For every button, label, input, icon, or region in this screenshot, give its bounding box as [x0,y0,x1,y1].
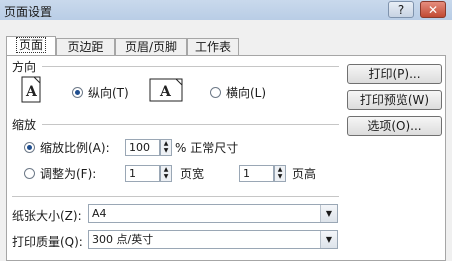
fit-to-radio[interactable] [24,168,35,179]
help-button[interactable]: ? [388,1,414,18]
close-button[interactable]: ✕ [420,1,446,18]
tab-sheet[interactable]: 工作表 [187,38,239,55]
options-button[interactable]: 选项(O)... [347,116,442,136]
fit-wide-input[interactable]: 1 [125,165,160,182]
svg-text:A: A [25,84,38,100]
percent-normal-size-label: % 正常尺寸 [175,141,239,155]
scaling-divider [42,124,339,125]
chevron-down-icon[interactable]: ▼ [320,205,337,222]
page-tab-panel: 方向 A 纵向(T) A 横向(L) 缩放 缩放比例(A): 100 ▲ ▼ % … [6,55,446,261]
scale-percent-input[interactable]: 100 [125,139,160,156]
paper-size-label: 纸张大小(Z): [12,209,82,223]
print-quality-select[interactable]: 300 点/英寸 ▼ [88,230,338,249]
spin-up-icon[interactable]: ▲ [275,166,285,173]
window-title: 页面设置 [4,5,53,19]
spin-up-icon[interactable]: ▲ [161,166,171,173]
scaling-section-label: 缩放 [12,118,37,132]
orientation-section-label: 方向 [12,60,37,74]
paper-divider [12,196,339,197]
spin-up-icon[interactable]: ▲ [161,140,171,147]
fit-to-label[interactable]: 调整为(F): [40,165,96,182]
title-bar: 页面设置 ? ✕ [0,0,452,20]
fit-wide-spinner[interactable]: ▲ ▼ [160,165,172,182]
adjust-to-radio[interactable] [24,142,35,153]
spin-down-icon[interactable]: ▼ [275,173,285,180]
adjust-to-label[interactable]: 缩放比例(A): [40,139,110,156]
fit-tall-spinner[interactable]: ▲ ▼ [274,165,286,182]
svg-text:A: A [159,84,172,100]
chevron-down-icon[interactable]: ▼ [320,231,337,248]
orientation-divider [42,66,339,67]
portrait-label[interactable]: 纵向(T) [88,84,129,101]
scale-percent-spinner[interactable]: ▲ ▼ [160,139,172,156]
print-button[interactable]: 打印(P)... [347,64,442,84]
portrait-radio[interactable] [72,87,83,98]
landscape-label[interactable]: 横向(L) [226,84,266,101]
pages-tall-label: 页高 [292,167,317,181]
landscape-radio[interactable] [210,87,221,98]
dialog-body: 页面 页边距 页眉/页脚 工作表 方向 A 纵向(T) A 横向(L) 缩放 缩… [0,20,452,261]
portrait-page-icon: A [21,76,41,103]
spin-down-icon[interactable]: ▼ [161,147,171,154]
fit-tall-input[interactable]: 1 [239,165,274,182]
tab-margins[interactable]: 页边距 [56,38,115,55]
print-preview-button[interactable]: 打印预览(W) [347,90,442,110]
tab-header-footer[interactable]: 页眉/页脚 [115,38,187,55]
landscape-page-icon: A [149,78,183,102]
print-quality-value: 300 点/英寸 [92,233,154,246]
paper-size-value: A4 [92,207,107,220]
paper-size-select[interactable]: A4 ▼ [88,204,338,223]
pages-wide-label: 页宽 [180,167,205,181]
print-quality-label: 打印质量(Q): [12,235,83,249]
tab-page[interactable]: 页面 [6,36,56,55]
spin-down-icon[interactable]: ▼ [161,173,171,180]
